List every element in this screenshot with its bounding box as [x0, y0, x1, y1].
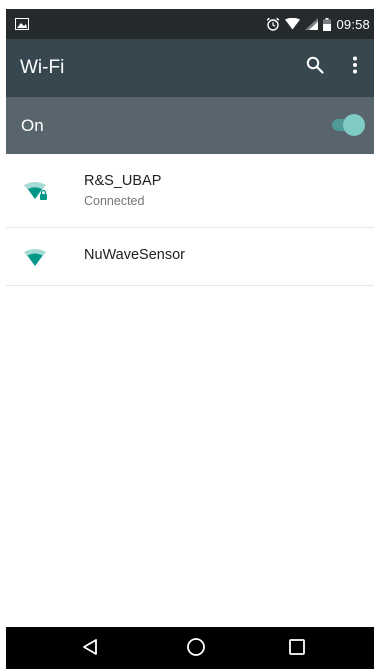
toggle-thumb: [343, 114, 365, 136]
back-icon: [81, 638, 99, 661]
network-text: NuWaveSensor: [84, 246, 185, 264]
network-status: Connected: [84, 194, 145, 208]
recents-button[interactable]: [282, 634, 312, 664]
status-time: 09:58: [336, 16, 370, 32]
switch-label: On: [21, 116, 44, 135]
wifi-master-switch-bar[interactable]: On: [6, 97, 374, 154]
home-icon: [186, 637, 206, 662]
image-notification-icon: [15, 17, 29, 30]
search-button[interactable]: [302, 54, 328, 80]
status-icons: 09:58: [266, 9, 370, 39]
alarm-icon: [266, 17, 280, 31]
network-list: R&S_UBAP Connected NuWaveSensor: [6, 154, 374, 286]
network-text: R&S_UBAP Connected: [84, 172, 161, 209]
network-item[interactable]: R&S_UBAP Connected: [6, 154, 374, 228]
back-button[interactable]: [75, 634, 105, 664]
more-options-button[interactable]: [344, 54, 366, 80]
wifi-secured-icon: [23, 181, 49, 201]
wifi-icon: [23, 248, 49, 268]
search-icon: [306, 56, 324, 79]
wifi-toggle[interactable]: [330, 113, 366, 137]
recents-icon: [288, 638, 306, 661]
page-title: Wi-Fi: [20, 57, 65, 78]
navigation-bar: [6, 627, 374, 669]
screen: 09:58 Wi-Fi On R&S_UBAP Connected NuWave…: [0, 0, 374, 669]
network-name: R&S_UBAP: [84, 173, 162, 189]
network-item[interactable]: NuWaveSensor: [6, 228, 374, 286]
network-name: NuWaveSensor: [84, 247, 186, 263]
battery-icon: [323, 17, 332, 31]
more-vert-icon: [352, 56, 358, 79]
cell-signal-icon: [305, 18, 319, 30]
app-toolbar: Wi-Fi: [6, 39, 374, 97]
status-bar: 09:58: [6, 9, 374, 39]
wifi-signal-icon: [285, 18, 301, 30]
home-button[interactable]: [181, 634, 211, 664]
